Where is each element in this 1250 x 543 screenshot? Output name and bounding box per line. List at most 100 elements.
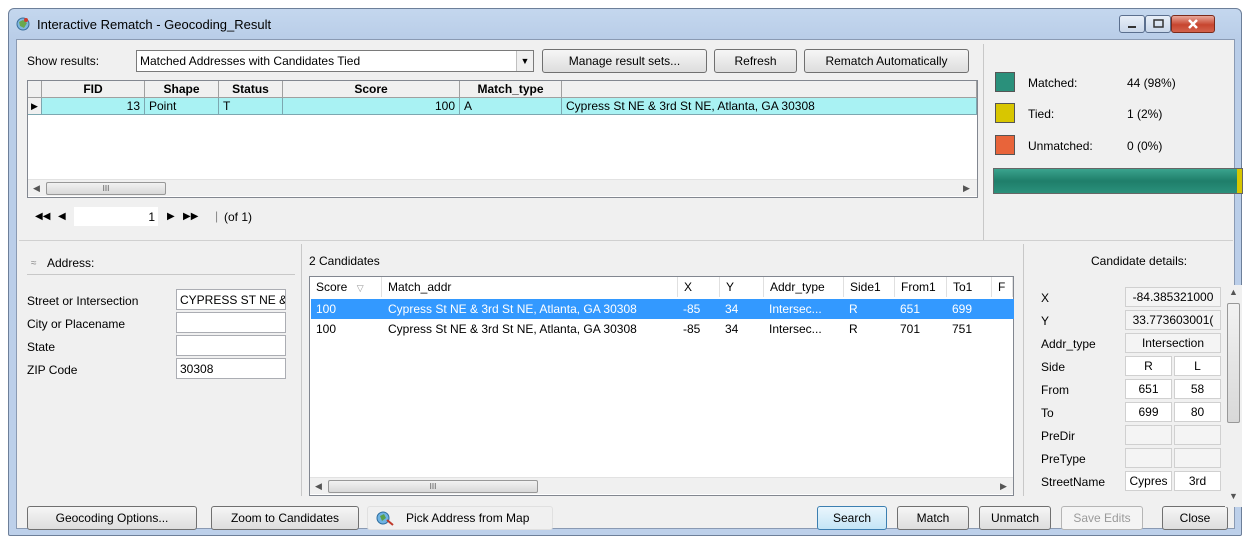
cand-score: 100: [316, 302, 337, 316]
unmatch-button[interactable]: Unmatch: [979, 506, 1051, 530]
details-vertical-scrollbar[interactable]: ▲ ▼: [1225, 285, 1242, 507]
scroll-down-icon[interactable]: ▼: [1229, 491, 1238, 501]
cand-header-from1[interactable]: From1: [895, 277, 947, 297]
scroll-right-icon[interactable]: ▶: [963, 183, 970, 194]
current-row-icon: ▶: [31, 101, 38, 111]
minimize-button[interactable]: [1119, 15, 1145, 33]
cand-header-x[interactable]: X: [678, 277, 720, 297]
cand-score: 100: [316, 322, 337, 336]
current-record-field[interactable]: 1: [73, 206, 159, 227]
city-input[interactable]: [176, 312, 286, 333]
minimize-icon: [1128, 26, 1136, 28]
scroll-thumb[interactable]: [1227, 303, 1240, 423]
cand-y: 34: [725, 302, 739, 316]
column-header-shape[interactable]: Shape: [145, 81, 219, 98]
result-set-dropdown[interactable]: Matched Addresses with Candidates Tied ▼: [136, 50, 534, 72]
cell-shape[interactable]: Point: [145, 98, 219, 115]
detail-side-label: Side: [1041, 360, 1066, 374]
manage-result-sets-button[interactable]: Manage result sets...: [542, 49, 707, 73]
detail-addr-type-value: Intersection: [1125, 333, 1221, 353]
results-horizontal-scrollbar[interactable]: ◀ III ▶: [28, 179, 977, 196]
pick-address-from-map-button[interactable]: Pick Address from Map: [367, 506, 553, 530]
street-input[interactable]: CYPRESS ST NE &: [176, 289, 286, 310]
horizontal-splitter[interactable]: [19, 240, 1233, 241]
cand-header-y[interactable]: Y: [720, 277, 764, 297]
candidates-horizontal-scrollbar[interactable]: ◀ III ▶: [310, 477, 1013, 494]
column-header-match-type[interactable]: Match_type: [460, 81, 562, 98]
candidate-details-header: Candidate details:: [1091, 254, 1188, 268]
rematch-automatically-button[interactable]: Rematch Automatically: [804, 49, 969, 73]
address-splitter[interactable]: [301, 244, 302, 496]
address-divider: [27, 274, 295, 275]
zip-input[interactable]: 30308: [176, 358, 286, 379]
cand-header-side1[interactable]: Side1: [844, 277, 895, 297]
column-header-fid[interactable]: FID: [42, 81, 145, 98]
cand-header-match-addr[interactable]: Match_addr: [382, 277, 678, 297]
close-button[interactable]: Close: [1162, 506, 1228, 530]
detail-side-1: R: [1125, 356, 1172, 376]
scroll-left-icon[interactable]: ◀: [33, 183, 40, 194]
geocoding-options-button[interactable]: Geocoding Options...: [27, 506, 197, 530]
scroll-right-icon[interactable]: ▶: [1000, 481, 1007, 492]
street-label: Street or Intersection: [27, 294, 139, 308]
refresh-button[interactable]: Refresh: [714, 49, 797, 73]
match-button[interactable]: Match: [897, 506, 969, 530]
cell-fid[interactable]: 13: [42, 98, 145, 115]
scroll-thumb[interactable]: III: [328, 480, 538, 493]
close-window-button[interactable]: [1171, 15, 1215, 33]
cand-x: -85: [683, 322, 701, 336]
row-selector[interactable]: ▶: [28, 98, 42, 115]
vertical-splitter[interactable]: [983, 44, 984, 240]
cand-addr-type: Intersec...: [769, 322, 822, 336]
save-edits-button[interactable]: Save Edits: [1061, 506, 1143, 530]
cand-addr-type: Intersec...: [769, 302, 822, 316]
cand-header-to1[interactable]: To1: [947, 277, 992, 297]
next-record-icon[interactable]: ▶: [167, 211, 175, 222]
cand-header-score-text: Score: [316, 280, 348, 294]
first-record-icon[interactable]: ◀◀: [35, 211, 50, 222]
column-header-status[interactable]: Status: [219, 81, 283, 98]
scroll-thumb[interactable]: III: [46, 182, 166, 195]
cand-header-more[interactable]: F: [992, 277, 1013, 297]
previous-record-icon[interactable]: ◀: [58, 211, 66, 222]
matched-fill: [994, 169, 1238, 193]
cand-header-addr-type[interactable]: Addr_type: [764, 277, 844, 297]
detail-to-2: 80: [1174, 402, 1221, 422]
candidates-list[interactable]: Score ▽ Match_addr X Y Addr_type Side1 F…: [309, 276, 1014, 496]
detail-pretype-2: [1174, 448, 1221, 468]
detail-pretype-label: PreType: [1041, 452, 1086, 466]
zoom-to-candidates-button[interactable]: Zoom to Candidates: [211, 506, 359, 530]
scroll-left-icon[interactable]: ◀: [315, 481, 322, 492]
cell-score[interactable]: 100: [283, 98, 460, 115]
rematch-window: Interactive Rematch - Geocoding_Result S…: [8, 8, 1243, 536]
cand-to: 699: [952, 302, 973, 316]
chevron-down-icon[interactable]: ▼: [516, 51, 533, 71]
candidate-row[interactable]: 100 Cypress St NE & 3rd St NE, Atlanta, …: [311, 299, 1014, 319]
last-record-icon[interactable]: ▶▶: [183, 211, 198, 222]
cand-y: 34: [725, 322, 739, 336]
column-header-address[interactable]: [562, 81, 977, 98]
unmatched-value: 0 (0%): [1127, 139, 1163, 153]
cell-match-type[interactable]: A: [460, 98, 562, 115]
maximize-button[interactable]: [1145, 15, 1171, 33]
result-set-value: Matched Addresses with Candidates Tied: [140, 54, 361, 68]
candidate-row[interactable]: 100 Cypress St NE & 3rd St NE, Atlanta, …: [311, 319, 1014, 339]
cell-address[interactable]: Cypress St NE & 3rd St NE, Atlanta, GA 3…: [562, 98, 977, 115]
window-title: Interactive Rematch - Geocoding_Result: [37, 17, 272, 32]
detail-pretype-1: [1125, 448, 1172, 468]
detail-y-value: 33.773603001(: [1125, 310, 1221, 330]
address-header: Address:: [47, 256, 95, 270]
title-bar[interactable]: Interactive Rematch - Geocoding_Result: [9, 9, 1241, 39]
unmatched-label: Unmatched:: [1028, 139, 1093, 153]
cell-status[interactable]: T: [219, 98, 283, 115]
cand-header-score[interactable]: Score ▽: [310, 277, 382, 297]
state-input[interactable]: [176, 335, 286, 356]
scroll-up-icon[interactable]: ▲: [1229, 287, 1238, 297]
collapse-chevron-icon[interactable]: ≈: [31, 258, 37, 269]
column-header-score[interactable]: Score: [283, 81, 460, 98]
unmatched-swatch: [995, 135, 1015, 155]
detail-from-label: From: [1041, 383, 1069, 397]
details-splitter[interactable]: [1023, 244, 1024, 496]
search-button[interactable]: Search: [817, 506, 887, 530]
results-table[interactable]: FID Shape Status Score Match_type ▶ 13 P…: [27, 80, 978, 198]
